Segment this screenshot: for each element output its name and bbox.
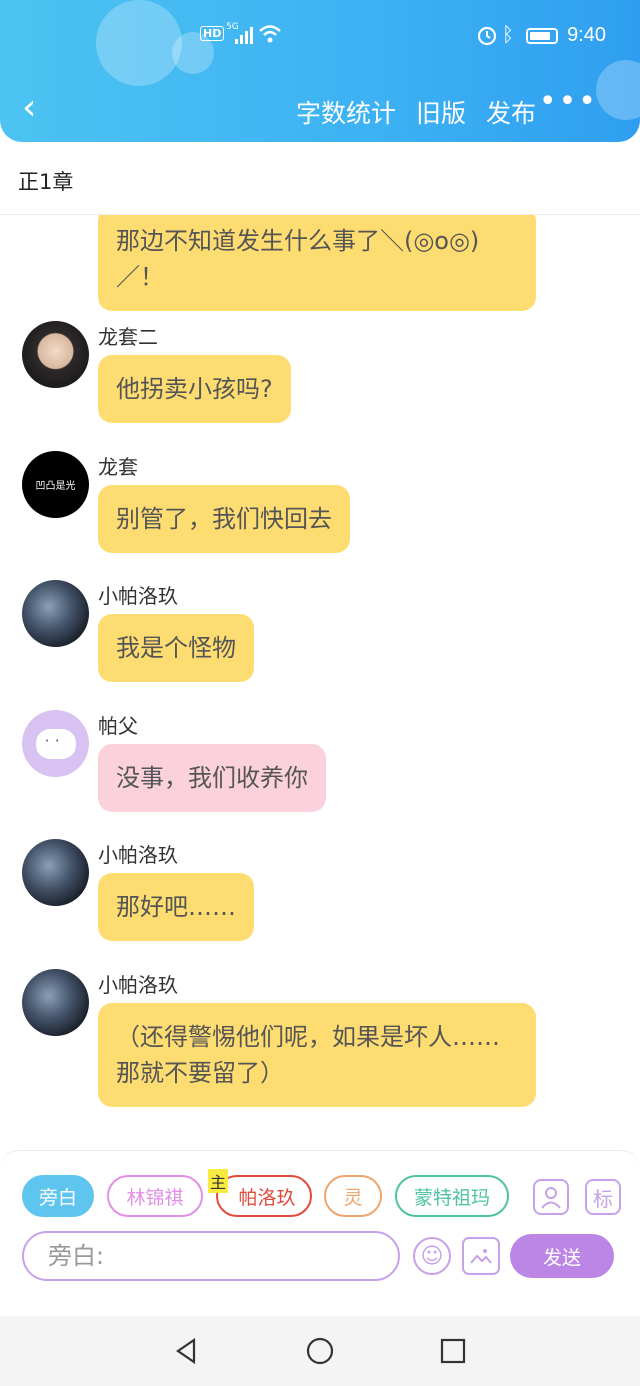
avatar[interactable] <box>22 710 89 777</box>
role-label: 帕洛玖 <box>238 1186 296 1209</box>
message-bubble[interactable]: （还得警惕他们呢，如果是坏人……那就不要留了） <box>98 1003 536 1107</box>
message-text: 我是个怪物 <box>116 634 236 662</box>
avatar[interactable] <box>22 580 89 647</box>
speaker-name: 小帕洛玖 <box>98 843 178 867</box>
battery-icon <box>526 28 558 44</box>
emoji-icon[interactable]: ☺ <box>413 1237 451 1275</box>
person-icon[interactable] <box>533 1179 569 1215</box>
chapter-title: 正1章 <box>18 170 74 194</box>
message-bubble[interactable]: 没事，我们收养你 <box>98 744 326 812</box>
speaker-name: 龙套 <box>98 455 138 479</box>
speaker-name: 小帕洛玖 <box>98 973 178 997</box>
message-bubble[interactable]: 别管了，我们快回去 <box>98 485 350 553</box>
publish-button[interactable]: 发布 <box>486 94 536 130</box>
hd-indicator: HD <box>200 26 225 41</box>
message-bubble[interactable]: 我是个怪物 <box>98 614 254 682</box>
message-input[interactable]: 旁白: <box>22 1231 400 1281</box>
alarm-icon <box>477 26 497 46</box>
bluetooth-icon: ᛒ <box>502 22 514 46</box>
avatar-caption: 凹凸是光 <box>35 481 76 492</box>
status-bar: HD 5G ᛒ 9:40 <box>0 22 640 52</box>
wifi-icon <box>259 25 281 43</box>
back-nav-icon[interactable] <box>172 1336 202 1366</box>
old-version-button[interactable]: 旧版 <box>416 94 466 130</box>
signal-icon <box>235 27 253 44</box>
more-menu-button[interactable]: ••• <box>539 84 598 119</box>
role-chip[interactable]: 蒙特祖玛 <box>395 1175 509 1217</box>
send-button[interactable]: 发送 <box>510 1234 614 1278</box>
message-bubble[interactable]: 他拐卖小孩吗? <box>98 355 291 423</box>
top-nav: ‹ 字数统计 旧版 发布 ••• <box>0 84 640 132</box>
image-icon[interactable] <box>462 1237 500 1275</box>
avatar[interactable] <box>22 321 89 388</box>
word-count-button[interactable]: 字数统计 <box>296 94 396 130</box>
image-glyph <box>470 1249 492 1264</box>
avatar[interactable] <box>22 969 89 1036</box>
avatar[interactable]: 凹凸是光 <box>22 451 89 518</box>
input-panel: 旁白 林锦祺 主 帕洛玖 灵 蒙特祖玛 标 旁白: ☺ 发送 <box>0 1150 640 1281</box>
role-label: 旁白 <box>38 1186 77 1209</box>
message-text: 别管了，我们快回去 <box>116 505 332 533</box>
message-text: 他拐卖小孩吗? <box>116 375 273 403</box>
message-text: 那好吧…… <box>116 893 236 921</box>
chat-bubble-icon <box>35 728 76 759</box>
clock: 9:40 <box>567 24 606 46</box>
avatar[interactable] <box>22 839 89 906</box>
role-label: 灵 <box>343 1186 363 1209</box>
role-chip-narration[interactable]: 旁白 <box>22 1175 94 1217</box>
speaker-name: 龙套二 <box>98 325 158 349</box>
message-text: 那边不知道发生什么事了＼(◎o◎)／！ <box>116 227 480 291</box>
app-header: HD 5G ᛒ 9:40 ‹ 字数统计 旧版 发布 ••• <box>0 0 640 142</box>
home-nav-icon[interactable] <box>305 1336 335 1366</box>
main-role-badge: 主 <box>208 1169 229 1193</box>
role-label: 林锦祺 <box>126 1186 184 1209</box>
message-text: 没事，我们收养你 <box>116 764 308 792</box>
role-chip[interactable]: 林锦祺 <box>107 1175 203 1217</box>
message-bubble[interactable]: 那边不知道发生什么事了＼(◎o◎)／！ <box>98 215 536 311</box>
speaker-name: 帕父 <box>98 714 138 738</box>
mark-button[interactable]: 标 <box>585 1179 621 1215</box>
system-nav-bar <box>0 1316 640 1386</box>
role-chip-main[interactable]: 主 帕洛玖 <box>208 1169 312 1217</box>
message-text: （还得警惕他们呢，如果是坏人……那就不要留了） <box>116 1023 500 1087</box>
person-glyph <box>541 1187 561 1209</box>
role-label: 蒙特祖玛 <box>413 1186 490 1209</box>
back-button[interactable]: ‹ <box>22 88 36 128</box>
chat-list[interactable]: 那边不知道发生什么事了＼(◎o◎)／！ 龙套二 他拐卖小孩吗? 凹凸是光 龙套 … <box>0 215 640 1150</box>
role-chip[interactable]: 灵 <box>324 1175 382 1217</box>
recents-nav-icon[interactable] <box>438 1336 468 1366</box>
speaker-name: 小帕洛玖 <box>98 584 178 608</box>
message-bubble[interactable]: 那好吧…… <box>98 873 254 941</box>
